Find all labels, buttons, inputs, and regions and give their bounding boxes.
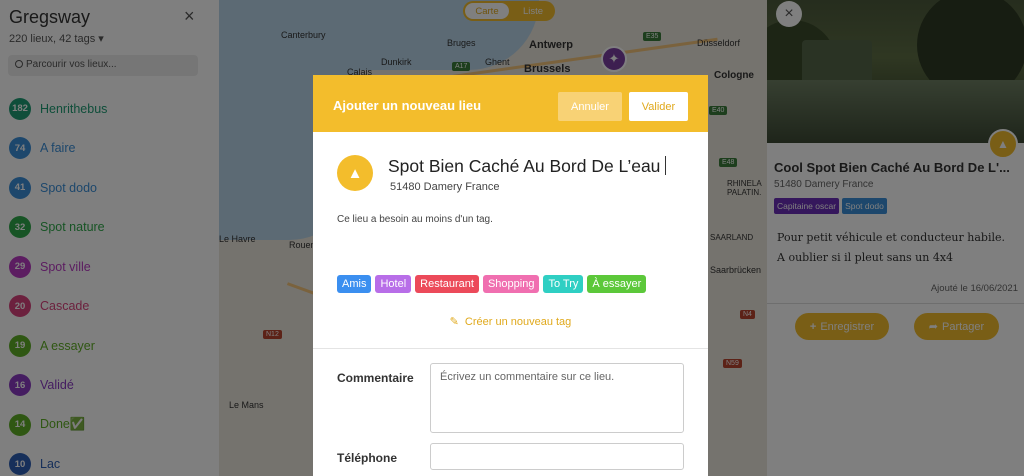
phone-input[interactable] [430, 443, 684, 470]
comment-placeholder: Écrivez un commentaire sur ce lieu. [440, 371, 615, 383]
divider [313, 348, 708, 349]
place-category-icon[interactable]: ▲ [337, 155, 373, 191]
place-name-input[interactable]: Spot Bien Caché Au Bord De L’eau [388, 156, 667, 177]
tag-warning: Ce lieu a besoin au moins d'un tag. [337, 214, 493, 225]
tag-picker: Amis Hotel Restaurant Shopping To Try À … [337, 275, 647, 293]
create-tag-link[interactable]: ✎ Créer un nouveau tag [313, 315, 708, 328]
cancel-button[interactable]: Annuler [558, 92, 622, 121]
tag-option[interactable]: Amis [337, 275, 372, 293]
tag-option[interactable]: Shopping [482, 275, 540, 293]
tag-option[interactable]: Restaurant [415, 275, 479, 293]
validate-button[interactable]: Valider [629, 92, 688, 121]
tag-option[interactable]: À essayer [587, 275, 647, 293]
modal-header: Ajouter un nouveau lieu Annuler Valider [313, 75, 708, 132]
create-tag-label: Créer un nouveau tag [464, 316, 572, 328]
comment-label: Commentaire [337, 371, 414, 385]
place-address: 51480 Damery France [390, 181, 500, 193]
tag-option[interactable]: Hotel [375, 275, 412, 293]
tag-option[interactable]: To Try [543, 275, 584, 293]
modal-title: Ajouter un nouveau lieu [333, 98, 482, 113]
text-caret [665, 156, 667, 175]
place-name-value: Spot Bien Caché Au Bord De L’eau [388, 156, 661, 176]
phone-label: Téléphone [337, 451, 398, 465]
pencil-icon: ✎ [449, 316, 459, 328]
comment-textarea[interactable]: Écrivez un commentaire sur ce lieu. [430, 363, 684, 433]
add-place-modal: Ajouter un nouveau lieu Annuler Valider … [313, 75, 708, 476]
